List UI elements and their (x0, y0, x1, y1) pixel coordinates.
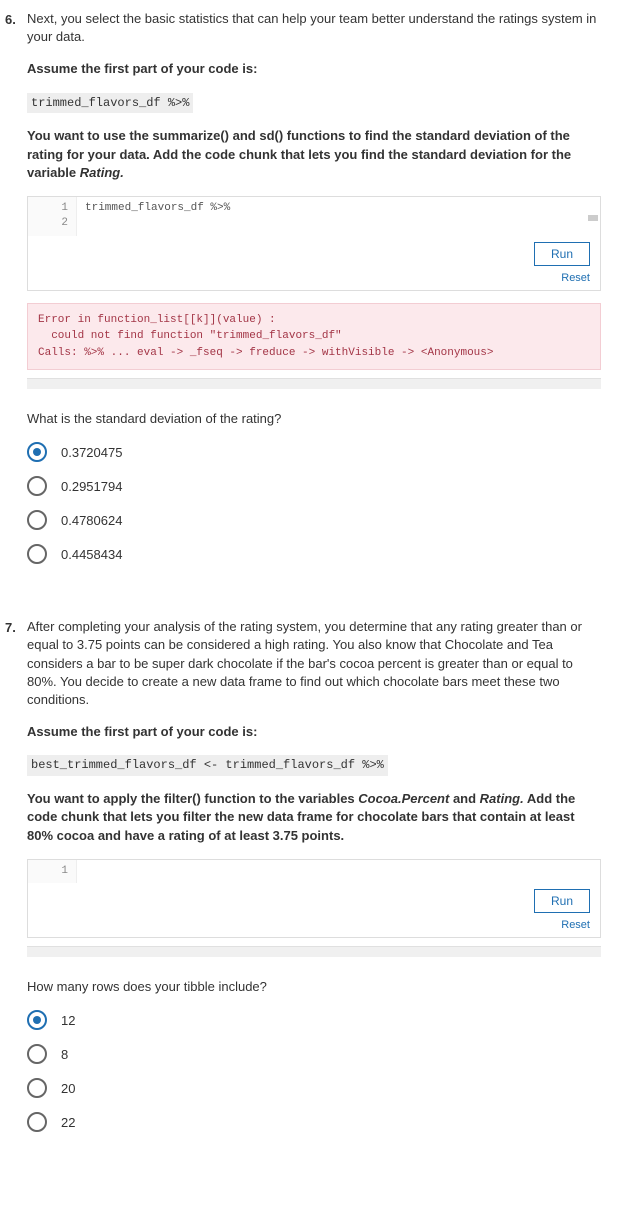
radio-icon[interactable] (27, 1044, 47, 1064)
line-numbers: 1 2 (28, 197, 77, 236)
option-label: 0.4458434 (61, 547, 122, 562)
code-runner: 1 Run Reset (27, 859, 601, 938)
option-label: 8 (61, 1047, 68, 1062)
option-2[interactable]: 0.2951794 (27, 476, 601, 496)
radio-icon[interactable] (27, 1112, 47, 1132)
error-output: Error in function_list[[k]](value) : cou… (27, 303, 601, 371)
option-3[interactable]: 0.4780624 (27, 510, 601, 530)
instruction: You want to use the summarize() and sd()… (27, 127, 601, 182)
assume-code: best_trimmed_flavors_df <- trimmed_flavo… (27, 755, 388, 776)
instruction-variable: Cocoa.Percent (358, 791, 449, 806)
assume-label: Assume the first part of your code is: (27, 60, 601, 78)
question-prompt: After completing your analysis of the ra… (27, 618, 601, 709)
instruction-text: You want to apply the filter() function … (27, 791, 358, 806)
assume-code: trimmed_flavors_df %>% (27, 93, 193, 114)
question-body: After completing your analysis of the ra… (27, 618, 601, 1146)
subquestion: What is the standard deviation of the ra… (27, 411, 601, 426)
subquestion: How many rows does your tibble include? (27, 979, 601, 994)
line-number: 1 (28, 864, 68, 879)
line-numbers: 1 (28, 860, 77, 883)
option-2[interactable]: 8 (27, 1044, 601, 1064)
radio-icon[interactable] (27, 476, 47, 496)
reset-link[interactable]: Reset (28, 915, 600, 937)
run-button[interactable]: Run (534, 242, 590, 266)
question-number: 6. (5, 10, 27, 578)
instruction: You want to apply the filter() function … (27, 790, 601, 845)
radio-icon[interactable] (27, 510, 47, 530)
question-6: 6. Next, you select the basic statistics… (5, 10, 601, 578)
radio-icon[interactable] (27, 1078, 47, 1098)
output-scrollbar[interactable] (27, 946, 601, 957)
line-number: 1 (28, 201, 68, 216)
line-number: 2 (28, 216, 68, 231)
code-editor[interactable]: 1 (28, 860, 600, 883)
radio-icon[interactable] (27, 442, 47, 462)
instruction-text: and (449, 791, 479, 806)
code-runner: 1 2 trimmed_flavors_df %>% Run Reset (27, 196, 601, 291)
run-button[interactable]: Run (534, 889, 590, 913)
option-label: 12 (61, 1013, 75, 1028)
code-content[interactable]: trimmed_flavors_df %>% (77, 197, 600, 236)
question-number: 7. (5, 618, 27, 1146)
question-body: Next, you select the basic statistics th… (27, 10, 601, 578)
code-editor[interactable]: 1 2 trimmed_flavors_df %>% (28, 197, 600, 236)
code-content[interactable] (77, 860, 600, 883)
assume-label: Assume the first part of your code is: (27, 723, 601, 741)
option-label: 0.3720475 (61, 445, 122, 460)
question-prompt: Next, you select the basic statistics th… (27, 10, 601, 46)
option-label: 22 (61, 1115, 75, 1130)
reset-link[interactable]: Reset (28, 268, 600, 290)
option-label: 0.2951794 (61, 479, 122, 494)
instruction-variable: Rating. (80, 165, 124, 180)
option-label: 0.4780624 (61, 513, 122, 528)
option-1[interactable]: 0.3720475 (27, 442, 601, 462)
output-scrollbar[interactable] (27, 378, 601, 389)
option-4[interactable]: 0.4458434 (27, 544, 601, 564)
option-3[interactable]: 20 (27, 1078, 601, 1098)
question-7: 7. After completing your analysis of the… (5, 618, 601, 1146)
option-label: 20 (61, 1081, 75, 1096)
option-4[interactable]: 22 (27, 1112, 601, 1132)
radio-icon[interactable] (27, 544, 47, 564)
radio-icon[interactable] (27, 1010, 47, 1030)
option-1[interactable]: 12 (27, 1010, 601, 1030)
instruction-variable: Rating. (480, 791, 524, 806)
scroll-indicator[interactable] (588, 215, 598, 221)
